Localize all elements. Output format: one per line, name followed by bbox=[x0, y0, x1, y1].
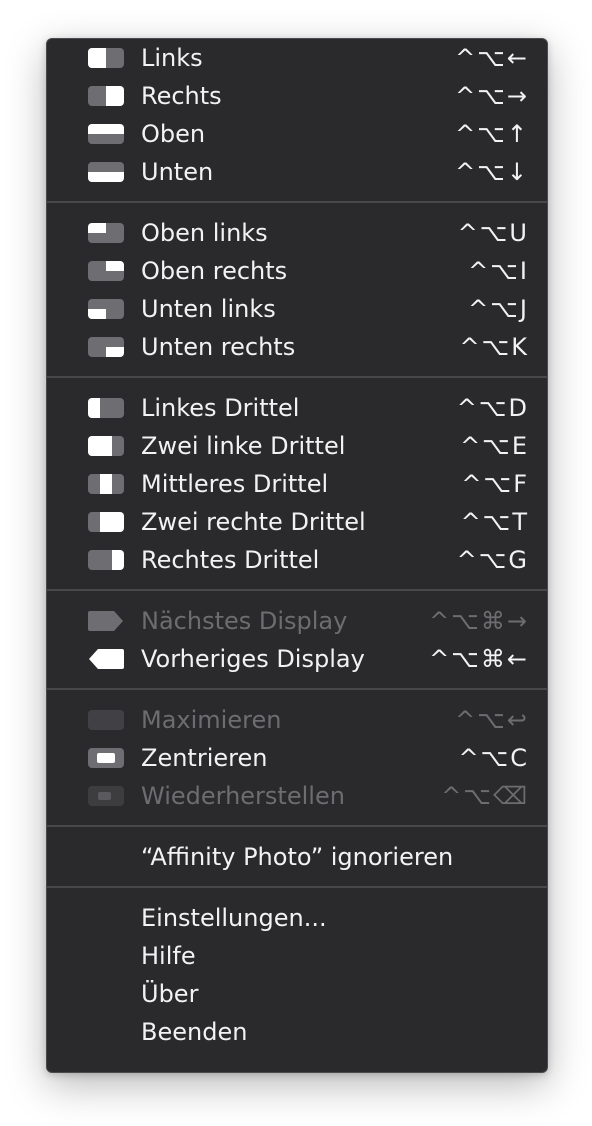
previous-display-icon bbox=[88, 649, 124, 669]
menu-separator bbox=[47, 589, 547, 591]
bottom-right-quarter-icon bbox=[88, 337, 124, 357]
menu-item-label: Nächstes Display bbox=[141, 607, 348, 635]
menu-separator bbox=[47, 886, 547, 888]
keyboard-shortcut: ^⌥↩ bbox=[455, 706, 529, 734]
next-display-icon bbox=[88, 611, 124, 631]
menu-item-label: Beenden bbox=[141, 1018, 248, 1046]
keyboard-shortcut: ^⌥C bbox=[458, 744, 529, 772]
menu-item-maximieren: Maximieren ^⌥↩ bbox=[47, 701, 547, 739]
menu-item-affinity-photo-ignorieren[interactable]: “Affinity Photo” ignorieren bbox=[47, 838, 547, 876]
menu-item-mittleres-drittel[interactable]: Mittleres Drittel ^⌥F bbox=[47, 465, 547, 503]
menu-item-über[interactable]: Über bbox=[47, 975, 547, 1013]
bottom-left-quarter-icon bbox=[88, 299, 124, 319]
menu-item-label: Einstellungen... bbox=[141, 904, 327, 932]
menu-item-label: Oben links bbox=[141, 219, 268, 247]
menu-item-label: Rechts bbox=[141, 82, 222, 110]
left-half-icon bbox=[88, 48, 124, 68]
restore-icon bbox=[88, 786, 124, 806]
menu-item-hilfe[interactable]: Hilfe bbox=[47, 937, 547, 975]
keyboard-shortcut: ^⌥J bbox=[468, 295, 529, 323]
menu-item-label: Oben rechts bbox=[141, 257, 288, 285]
menu-group: Maximieren ^⌥↩ Zentrieren ^⌥C Wiederherstell… bbox=[47, 701, 547, 815]
maximize-icon bbox=[88, 710, 124, 730]
keyboard-shortcut: ^⌥→ bbox=[455, 82, 529, 110]
right-half-icon bbox=[88, 86, 124, 106]
menu-item-label: Zwei linke Drittel bbox=[141, 432, 346, 460]
menu-item-zwei-rechte-drittel[interactable]: Zwei rechte Drittel ^⌥T bbox=[47, 503, 547, 541]
menu-item-rechtes-drittel[interactable]: Rechtes Drittel ^⌥G bbox=[47, 541, 547, 579]
menu-item-links[interactable]: Links ^⌥← bbox=[47, 39, 547, 77]
menu-item-einstellungen[interactable]: Einstellungen... bbox=[47, 899, 547, 937]
menu-separator bbox=[47, 825, 547, 827]
menu-item-label: Unten rechts bbox=[141, 333, 296, 361]
menu-item-label: Zwei rechte Drittel bbox=[141, 508, 366, 536]
menu-item-zwei-linke-drittel[interactable]: Zwei linke Drittel ^⌥E bbox=[47, 427, 547, 465]
menu-item-vorheriges-display[interactable]: Vorheriges Display ^⌥⌘← bbox=[47, 640, 547, 678]
left-third-icon bbox=[88, 398, 124, 418]
menu-item-label: Hilfe bbox=[141, 942, 196, 970]
keyboard-shortcut: ^⌥↓ bbox=[455, 158, 529, 186]
menu-item-label: Unten links bbox=[141, 295, 276, 323]
center-icon bbox=[88, 748, 124, 768]
menu-group: Links ^⌥← Rechts ^⌥→ Oben ^⌥↑ Unten ^⌥↓ bbox=[47, 39, 547, 191]
keyboard-shortcut: ^⌥D bbox=[456, 394, 529, 422]
menu-item-label: Maximieren bbox=[141, 706, 282, 734]
menu-item-oben-rechts[interactable]: Oben rechts ^⌥I bbox=[47, 252, 547, 290]
menu-separator bbox=[47, 201, 547, 203]
menu-item-rechts[interactable]: Rechts ^⌥→ bbox=[47, 77, 547, 115]
center-third-icon bbox=[88, 474, 124, 494]
keyboard-shortcut: ^⌥F bbox=[461, 470, 529, 498]
keyboard-shortcut: ^⌥U bbox=[457, 219, 529, 247]
keyboard-shortcut: ^⌥⌘← bbox=[429, 645, 529, 673]
menu-item-linkes-drittel[interactable]: Linkes Drittel ^⌥D bbox=[47, 389, 547, 427]
menu-group: Linkes Drittel ^⌥D Zwei linke Drittel ^⌥E Mi… bbox=[47, 389, 547, 579]
menu-group: Nächstes Display ^⌥⌘→ Vorheriges Display ^⌥… bbox=[47, 602, 547, 678]
keyboard-shortcut: ^⌥G bbox=[456, 546, 529, 574]
menu-item-beenden[interactable]: Beenden bbox=[47, 1013, 547, 1051]
keyboard-shortcut: ^⌥T bbox=[460, 508, 529, 536]
top-left-quarter-icon bbox=[88, 223, 124, 243]
menu-item-unten-rechts[interactable]: Unten rechts ^⌥K bbox=[47, 328, 547, 366]
bottom-half-icon bbox=[88, 162, 124, 182]
menu-item-label: Unten bbox=[141, 158, 214, 186]
menu-separator bbox=[47, 688, 547, 690]
menu-item-nächstes-display: Nächstes Display ^⌥⌘→ bbox=[47, 602, 547, 640]
keyboard-shortcut: ^⌥E bbox=[460, 432, 529, 460]
right-two-thirds-icon bbox=[88, 512, 124, 532]
keyboard-shortcut: ^⌥I bbox=[468, 257, 529, 285]
right-third-icon bbox=[88, 550, 124, 570]
window-layout-menu: Links ^⌥← Rechts ^⌥→ Oben ^⌥↑ Unten ^⌥↓ Oben lin… bbox=[46, 38, 548, 1073]
top-half-icon bbox=[88, 124, 124, 144]
menu-item-label: Vorheriges Display bbox=[141, 645, 365, 673]
menu-item-label: Oben bbox=[141, 120, 206, 148]
top-right-quarter-icon bbox=[88, 261, 124, 281]
menu-group: “Affinity Photo” ignorieren bbox=[47, 838, 547, 876]
keyboard-shortcut: ^⌥⌘→ bbox=[429, 607, 529, 635]
menu-item-label: Links bbox=[141, 44, 203, 72]
menu-group: Einstellungen... Hilfe Über Beenden bbox=[47, 899, 547, 1051]
keyboard-shortcut: ^⌥← bbox=[455, 44, 529, 72]
menu-item-label: Linkes Drittel bbox=[141, 394, 300, 422]
menu-group: Oben links ^⌥U Oben rechts ^⌥I Unten links ^⌥… bbox=[47, 214, 547, 366]
menu-item-label: Zentrieren bbox=[141, 744, 268, 772]
menu-item-label: Mittleres Drittel bbox=[141, 470, 329, 498]
keyboard-shortcut: ^⌥↑ bbox=[455, 120, 529, 148]
left-two-thirds-icon bbox=[88, 436, 124, 456]
menu-item-unten-links[interactable]: Unten links ^⌥J bbox=[47, 290, 547, 328]
menu-item-unten[interactable]: Unten ^⌥↓ bbox=[47, 153, 547, 191]
menu-item-label: “Affinity Photo” ignorieren bbox=[141, 843, 454, 871]
keyboard-shortcut: ^⌥K bbox=[459, 333, 529, 361]
menu-body: Links ^⌥← Rechts ^⌥→ Oben ^⌥↑ Unten ^⌥↓ Oben lin… bbox=[47, 39, 547, 1051]
menu-item-label: Über bbox=[141, 980, 199, 1008]
menu-item-label: Wiederherstellen bbox=[141, 782, 345, 810]
menu-item-oben-links[interactable]: Oben links ^⌥U bbox=[47, 214, 547, 252]
menu-item-zentrieren[interactable]: Zentrieren ^⌥C bbox=[47, 739, 547, 777]
menu-separator bbox=[47, 376, 547, 378]
menu-item-oben[interactable]: Oben ^⌥↑ bbox=[47, 115, 547, 153]
keyboard-shortcut: ^⌥⌫ bbox=[441, 782, 529, 810]
menu-item-wiederherstellen: Wiederherstellen ^⌥⌫ bbox=[47, 777, 547, 815]
menu-item-label: Rechtes Drittel bbox=[141, 546, 320, 574]
